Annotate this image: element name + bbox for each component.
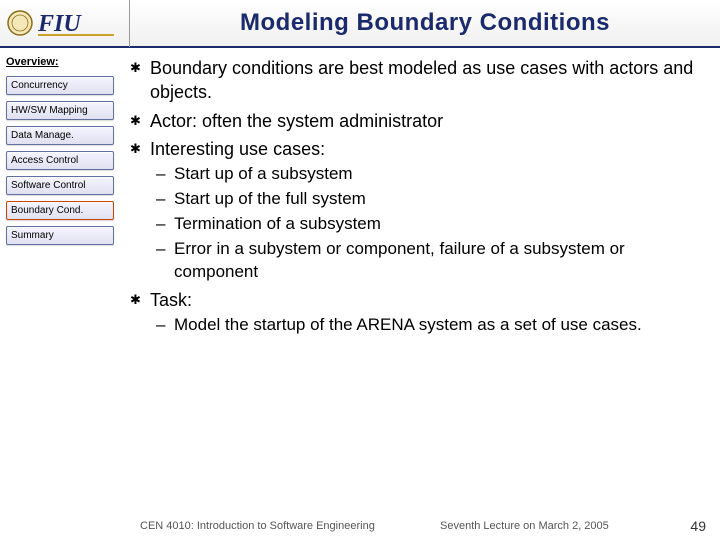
- page-title: Modeling Boundary Conditions: [130, 9, 720, 37]
- bullet-item: Task:Model the startup of the ARENA syst…: [128, 288, 700, 337]
- sub-item: Start up of a subsystem: [150, 163, 700, 186]
- bullet-item: Interesting use cases:Start up of a subs…: [128, 137, 700, 284]
- slide-footer: CEN 4010: Introduction to Software Engin…: [0, 518, 720, 534]
- sidebar-item[interactable]: HW/SW Mapping: [6, 101, 114, 120]
- university-seal-icon: [6, 9, 34, 37]
- slide-header: FIU Modeling Boundary Conditions: [0, 0, 720, 48]
- footer-course: CEN 4010: Introduction to Software Engin…: [140, 520, 375, 532]
- footer-lecture: Seventh Lecture on March 2, 2005: [440, 520, 609, 532]
- fiu-logo-icon: FIU: [34, 7, 124, 39]
- sidebar: Overview: Concurrency HW/SW Mapping Data M…: [0, 48, 120, 520]
- sub-item: Model the startup of the ARENA system as…: [150, 314, 700, 337]
- bullet-item: Actor: often the system administrator: [128, 109, 700, 133]
- sub-item: Termination of a subsystem: [150, 213, 700, 236]
- sub-item: Start up of the full system: [150, 188, 700, 211]
- sidebar-heading: Overview:: [6, 56, 114, 68]
- svg-text:FIU: FIU: [37, 11, 82, 37]
- bullet-item: Boundary conditions are best modeled as …: [128, 56, 700, 105]
- logo-area: FIU: [0, 0, 130, 47]
- bullet-list: Boundary conditions are best modeled as …: [128, 56, 700, 337]
- sidebar-item[interactable]: Summary: [6, 226, 114, 245]
- sidebar-item[interactable]: Access Control: [6, 151, 114, 170]
- sidebar-nav: Concurrency HW/SW Mapping Data Manage. Acce…: [6, 76, 114, 245]
- content-area: Boundary conditions are best modeled as …: [120, 48, 720, 520]
- sub-list: Start up of a subsystemStart up of the f…: [150, 163, 700, 284]
- sub-item: Error in a subystem or component, failur…: [150, 238, 700, 284]
- slide-body: Overview: Concurrency HW/SW Mapping Data M…: [0, 48, 720, 520]
- sidebar-item[interactable]: Boundary Cond.: [6, 201, 114, 220]
- sidebar-item[interactable]: Software Control: [6, 176, 114, 195]
- slide-number: 49: [690, 518, 706, 534]
- sidebar-item[interactable]: Concurrency: [6, 76, 114, 95]
- sub-list: Model the startup of the ARENA system as…: [150, 314, 700, 337]
- sidebar-item[interactable]: Data Manage.: [6, 126, 114, 145]
